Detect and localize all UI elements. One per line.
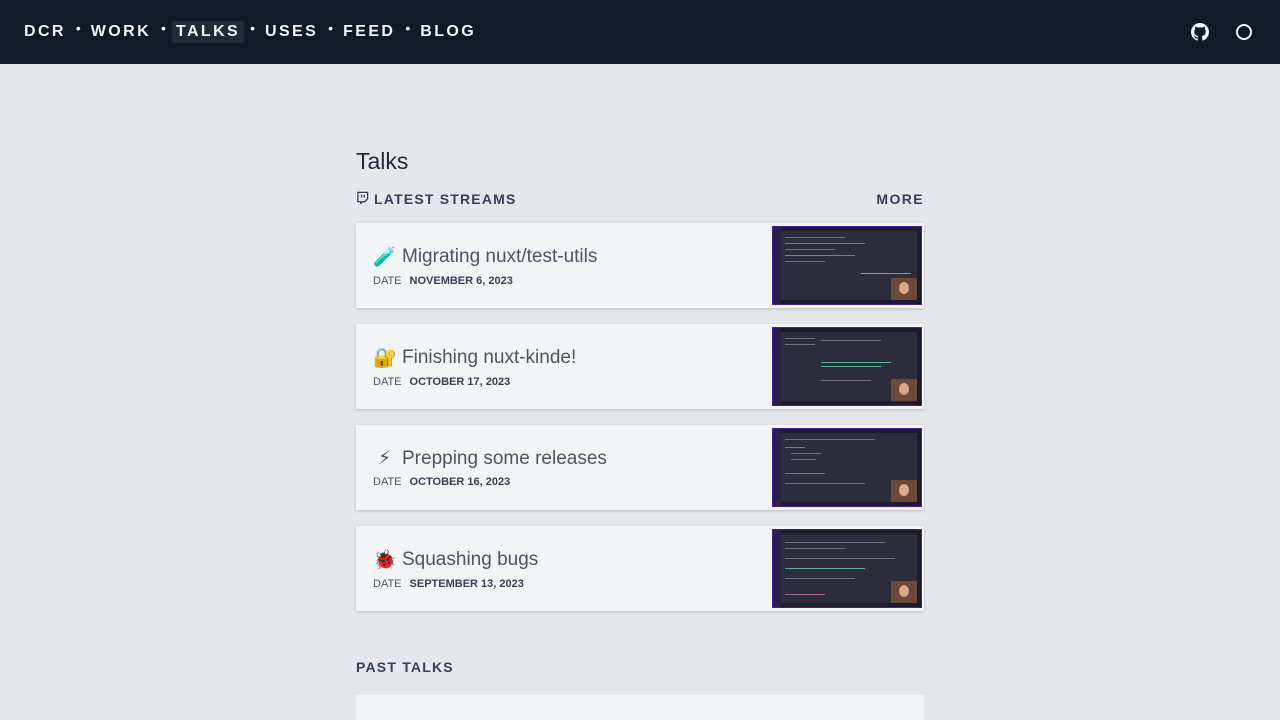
latest-streams-header: LATEST STREAMS MORE <box>356 190 924 208</box>
stream-card[interactable]: 🐞 Squashing bugs DATE SEPTEMBER 13, 2023 <box>356 526 924 611</box>
theme-toggle-icon[interactable] <box>1234 22 1254 42</box>
date-value: NOVEMBER 6, 2023 <box>409 274 513 287</box>
past-talk-card[interactable] <box>356 695 924 720</box>
date-value: SEPTEMBER 13, 2023 <box>409 577 524 590</box>
stream-thumbnail <box>772 327 922 406</box>
stream-title: 🧪 Migrating nuxt/test-utils <box>373 245 597 269</box>
nav-item-home[interactable]: DCR <box>24 21 70 43</box>
stream-info: 🧪 Migrating nuxt/test-utils DATE NOVEMBE… <box>373 245 597 287</box>
test-tube-icon: 🧪 <box>373 246 397 268</box>
stream-thumbnail <box>772 428 922 507</box>
stream-card[interactable]: 🔐 Finishing nuxt-kinde! DATE OCTOBER 17,… <box>356 324 924 409</box>
nav-separator: • <box>328 20 334 36</box>
main-nav: DCR • WORK • TALKS • USES • FEED • BLOG <box>24 20 480 43</box>
date-value: OCTOBER 17, 2023 <box>409 375 511 388</box>
nav-item-uses[interactable]: USES <box>261 21 322 43</box>
twitch-icon <box>356 191 369 207</box>
nav-item-blog[interactable]: BLOG <box>416 21 480 43</box>
lightning-icon: ⚡ <box>377 448 392 469</box>
stream-title: ⚡ Prepping some releases <box>373 447 607 470</box>
nav-item-feed[interactable]: FEED <box>339 21 399 43</box>
ladybug-icon: 🐞 <box>373 549 397 571</box>
stream-title-text: Migrating nuxt/test-utils <box>402 245 598 267</box>
stream-meta: DATE SEPTEMBER 13, 2023 <box>373 578 538 590</box>
nav-item-talks[interactable]: TALKS <box>171 21 245 43</box>
stream-thumbnail <box>772 529 922 608</box>
latest-streams-heading: LATEST STREAMS <box>356 191 517 207</box>
stream-thumbnail <box>772 226 922 305</box>
nav-separator: • <box>75 20 81 36</box>
top-navigation-bar: DCR • WORK • TALKS • USES • FEED • BLOG <box>0 0 1280 64</box>
stream-info: 🔐 Finishing nuxt-kinde! DATE OCTOBER 17,… <box>373 346 576 388</box>
nav-separator: • <box>405 20 411 36</box>
stream-title: 🔐 Finishing nuxt-kinde! <box>373 346 576 370</box>
stream-meta: DATE NOVEMBER 6, 2023 <box>373 275 597 287</box>
stream-card[interactable]: 🧪 Migrating nuxt/test-utils DATE NOVEMBE… <box>356 223 924 308</box>
stream-title-text: Finishing nuxt-kinde! <box>402 346 577 368</box>
date-label: DATE <box>373 476 402 488</box>
page-title: Talks <box>356 148 409 174</box>
lock-icon: 🔐 <box>373 347 397 369</box>
github-icon[interactable] <box>1190 22 1210 42</box>
stream-meta: DATE OCTOBER 16, 2023 <box>373 476 607 488</box>
stream-title: 🐞 Squashing bugs <box>373 548 538 572</box>
date-label: DATE <box>373 577 402 590</box>
nav-separator: • <box>250 20 255 36</box>
stream-card[interactable]: ⚡ Prepping some releases DATE OCTOBER 16… <box>356 425 924 510</box>
date-value: OCTOBER 16, 2023 <box>409 476 511 488</box>
nav-separator: • <box>161 20 166 36</box>
main-content: Talks LATEST STREAMS MORE 🧪 Migrating nu… <box>356 146 924 720</box>
stream-title-text: Squashing bugs <box>402 548 539 570</box>
nav-item-work[interactable]: WORK <box>87 21 155 43</box>
stream-title-text: Prepping some releases <box>402 447 607 469</box>
stream-info: 🐞 Squashing bugs DATE SEPTEMBER 13, 2023 <box>373 548 538 590</box>
more-streams-link[interactable]: MORE <box>876 191 924 207</box>
stream-info: ⚡ Prepping some releases DATE OCTOBER 16… <box>373 447 607 489</box>
date-label: DATE <box>373 274 402 287</box>
date-label: DATE <box>373 375 402 388</box>
header-actions <box>1190 22 1256 42</box>
latest-streams-label: LATEST STREAMS <box>374 191 517 207</box>
stream-meta: DATE OCTOBER 17, 2023 <box>373 376 576 388</box>
past-talks-heading: PAST TALKS <box>356 659 454 675</box>
